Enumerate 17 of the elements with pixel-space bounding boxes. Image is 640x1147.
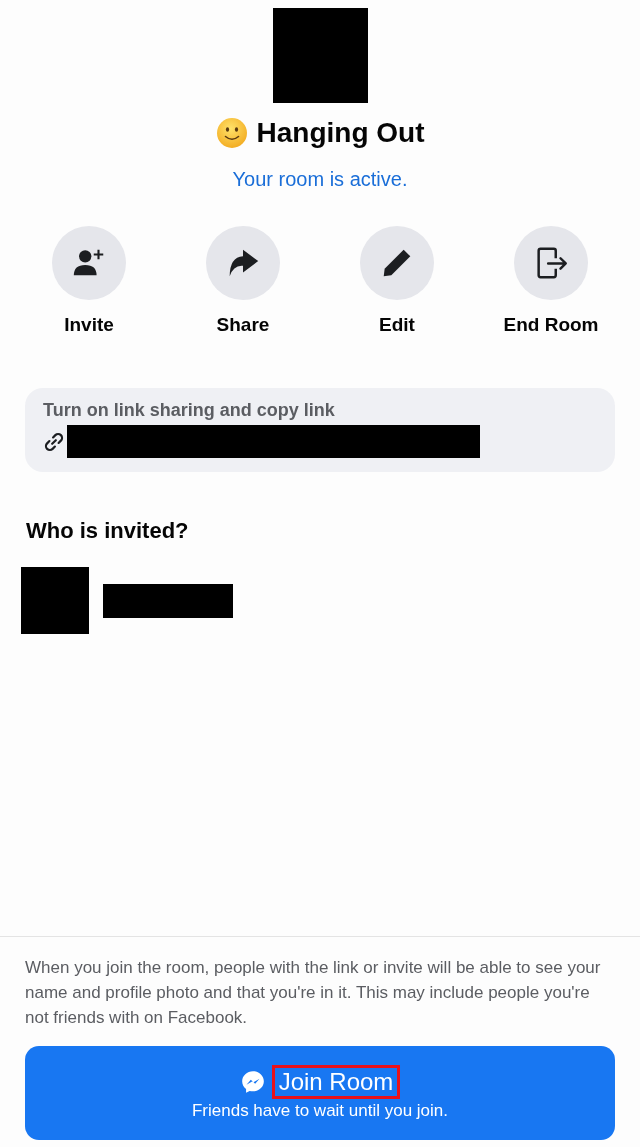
link-sharing-card[interactable]: Turn on link sharing and copy link	[25, 388, 615, 472]
action-label: End Room	[503, 314, 599, 336]
join-room-label: Join Room	[271, 1065, 401, 1099]
redaction-block	[21, 567, 89, 634]
link-sharing-label: Turn on link sharing and copy link	[43, 400, 335, 421]
privacy-notice: When you join the room, people with the link or invite will be able to see your name and profile photo and that you're in it. This may include people you're not friends with on Facebook.	[25, 957, 602, 1029]
join-room-button[interactable]: Join Room Friends have to wait until you join.	[25, 1046, 615, 1140]
join-room-hint: Friends have to wait until you join.	[191, 1101, 449, 1121]
action-label: Edit	[379, 314, 415, 336]
room-status: Your room is active.	[232, 168, 408, 191]
room-title: Hanging Out	[256, 117, 425, 149]
section-heading: Who is invited?	[26, 518, 190, 544]
action-label: Invite	[64, 314, 114, 336]
messenger-icon	[239, 1069, 266, 1095]
smiley-icon	[215, 117, 248, 149]
action-label: Share	[216, 314, 270, 336]
link-icon	[43, 430, 65, 453]
